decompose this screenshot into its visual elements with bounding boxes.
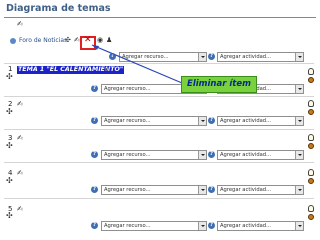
move-section-icon[interactable]: ✣ bbox=[6, 177, 13, 185]
add-activity-value: Agregar actividad... bbox=[220, 187, 272, 193]
move-section-icon[interactable]: ✣ bbox=[6, 142, 13, 150]
section-divider bbox=[4, 129, 314, 130]
chevron-down-icon bbox=[295, 151, 303, 159]
help-icon[interactable]: ? bbox=[208, 117, 215, 124]
eye-icon[interactable] bbox=[308, 109, 314, 115]
add-activity-select[interactable]: Agregar actividad... bbox=[217, 185, 304, 195]
chevron-down-icon bbox=[295, 222, 303, 230]
add-activity-value: Agregar actividad... bbox=[220, 152, 272, 158]
add-resource-value: Agregar recurso... bbox=[104, 187, 151, 193]
chevron-down-icon bbox=[198, 151, 206, 159]
help-icon[interactable]: ? bbox=[208, 222, 215, 229]
eye-icon[interactable] bbox=[308, 143, 314, 149]
add-resource-value: Agregar recurso... bbox=[104, 118, 151, 124]
help-icon[interactable]: ? bbox=[91, 151, 98, 158]
edit-icon[interactable]: ✍ bbox=[17, 100, 23, 108]
add-resource-select[interactable]: Agregar recurso... bbox=[101, 221, 207, 231]
help-icon[interactable]: ? bbox=[91, 186, 98, 193]
add-activity-select[interactable]: Agregar actividad... bbox=[217, 221, 304, 231]
add-activity-select[interactable]: Agregar actividad... bbox=[217, 150, 304, 160]
section-divider bbox=[4, 198, 314, 199]
edit-icon[interactable]: ✍ bbox=[17, 169, 23, 177]
edit-icon[interactable]: ✍ bbox=[17, 205, 23, 213]
add-activity-select[interactable]: Agregar actividad... bbox=[217, 116, 304, 126]
highlight-bulb-icon[interactable] bbox=[308, 169, 314, 176]
help-icon[interactable]: ? bbox=[208, 186, 215, 193]
chevron-down-icon bbox=[198, 222, 206, 230]
add-resource-select[interactable]: Agregar recurso... bbox=[101, 185, 207, 195]
help-icon[interactable]: ? bbox=[91, 117, 98, 124]
highlight-bulb-icon[interactable] bbox=[308, 205, 314, 212]
add-resource-select[interactable]: Agregar recurso... bbox=[101, 116, 207, 126]
callout-delete-item: Eliminar ítem bbox=[181, 76, 257, 93]
section-divider bbox=[4, 162, 314, 163]
highlight-bulb-icon[interactable] bbox=[308, 100, 314, 107]
move-section-icon[interactable]: ✣ bbox=[6, 108, 13, 116]
move-section-icon[interactable]: ✣ bbox=[6, 212, 13, 220]
eye-icon[interactable] bbox=[308, 178, 314, 184]
chevron-down-icon bbox=[295, 117, 303, 125]
chevron-down-icon bbox=[198, 117, 206, 125]
add-resource-value: Agregar recurso... bbox=[104, 152, 151, 158]
chevron-down-icon bbox=[295, 186, 303, 194]
help-icon[interactable]: ? bbox=[91, 222, 98, 229]
eye-icon[interactable] bbox=[308, 214, 314, 220]
chevron-down-icon bbox=[198, 186, 206, 194]
add-resource-value: Agregar recurso... bbox=[104, 223, 151, 229]
add-activity-value: Agregar actividad... bbox=[220, 118, 272, 124]
edit-icon[interactable]: ✍ bbox=[17, 134, 23, 142]
add-resource-select[interactable]: Agregar recurso... bbox=[101, 150, 207, 160]
highlight-bulb-icon[interactable] bbox=[308, 134, 314, 141]
add-activity-value: Agregar actividad... bbox=[220, 223, 272, 229]
help-icon[interactable]: ? bbox=[208, 151, 215, 158]
